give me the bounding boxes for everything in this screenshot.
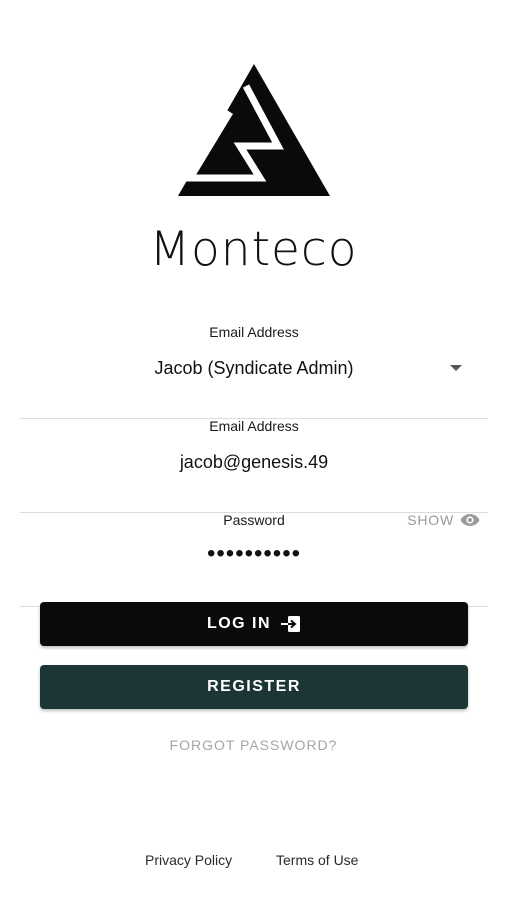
- account-select-label: Email Address: [209, 324, 299, 340]
- forgot-password-link[interactable]: FORGOT PASSWORD?: [0, 737, 507, 753]
- show-password-toggle[interactable]: SHOW: [407, 512, 480, 528]
- login-button[interactable]: LOG IN: [40, 602, 468, 646]
- login-button-label: LOG IN: [206, 615, 272, 632]
- email-field[interactable]: Email Address jacob@genesis.49: [20, 418, 488, 513]
- login-screen: Monteco Email Address Jacob (Syndicate A…: [0, 0, 507, 900]
- password-field[interactable]: Password SHOW ••••••••••: [20, 512, 488, 607]
- login-icon: [281, 616, 301, 632]
- password-input[interactable]: ••••••••••: [20, 540, 488, 568]
- privacy-policy-link[interactable]: Privacy Policy: [145, 852, 232, 868]
- eye-icon[interactable]: [460, 513, 480, 527]
- email-input[interactable]: jacob@genesis.49: [20, 452, 488, 473]
- show-password-label[interactable]: SHOW: [407, 512, 454, 528]
- monteco-logo-icon: [178, 64, 330, 196]
- terms-of-use-link[interactable]: Terms of Use: [276, 852, 358, 868]
- brand-name: Monteco: [149, 222, 358, 277]
- email-field-label: Email Address: [209, 418, 299, 434]
- account-select[interactable]: Email Address Jacob (Syndicate Admin): [20, 324, 488, 419]
- account-select-value[interactable]: Jacob (Syndicate Admin): [20, 358, 488, 379]
- chevron-down-icon[interactable]: [450, 365, 462, 371]
- register-button[interactable]: REGISTER: [40, 665, 468, 709]
- register-button-label: REGISTER: [207, 678, 301, 695]
